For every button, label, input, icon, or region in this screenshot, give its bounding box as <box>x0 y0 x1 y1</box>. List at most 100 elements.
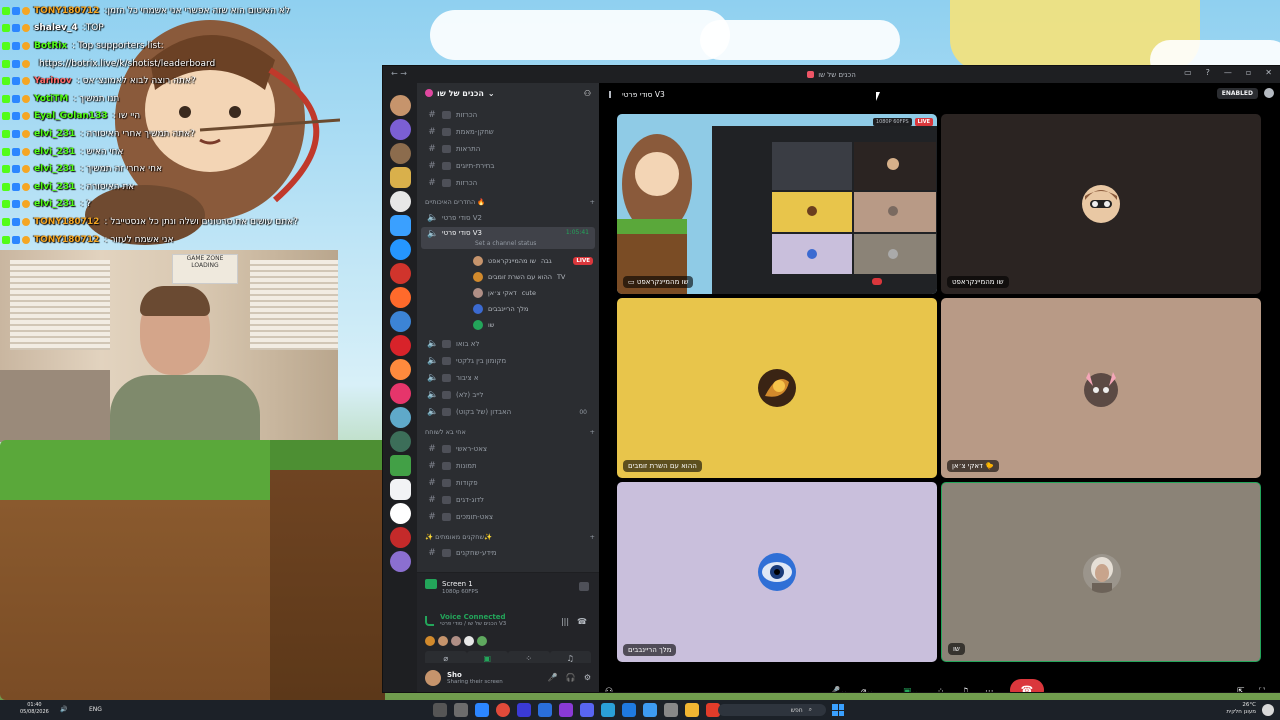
text-channel[interactable]: # התראות <box>421 141 595 157</box>
speaker-icon[interactable]: 🔊 <box>60 706 67 713</box>
stream-tile[interactable]: 1080P 60FPS LIVE ▭ שו מהמיינקראפט <box>617 114 937 294</box>
voice-user[interactable]: שו <box>473 317 593 332</box>
app-icon[interactable] <box>433 703 447 717</box>
participant-tile[interactable]: שו <box>941 482 1261 662</box>
server-icon-8[interactable] <box>390 263 411 284</box>
server-icon-4[interactable] <box>390 167 411 188</box>
chat-bubble-icon[interactable] <box>1264 88 1274 98</box>
participant-tile[interactable]: ההוא עם השרת זומבים <box>617 298 937 478</box>
add-channel-icon[interactable]: + <box>590 198 595 206</box>
voice-channel[interactable]: 🔈 א ציבור <box>421 370 595 386</box>
server-icon-19[interactable] <box>390 527 411 548</box>
microphone-icon[interactable]: 🎤⌄ <box>829 687 848 692</box>
stop-stream-icon[interactable] <box>579 582 589 591</box>
app-icon[interactable] <box>601 703 615 717</box>
text-channel[interactable]: # תמונות <box>421 458 595 474</box>
server-icon-12[interactable] <box>390 359 411 380</box>
server-icon-6[interactable] <box>390 215 411 236</box>
app-icon[interactable] <box>517 703 531 717</box>
text-channel[interactable]: # לדוג-דגים <box>421 492 595 508</box>
text-channel[interactable]: # שחקן-מאמת <box>421 124 595 140</box>
close-icon[interactable]: ✕ <box>1265 68 1272 77</box>
text-channel[interactable]: # פקודות <box>421 475 595 491</box>
app-icon[interactable] <box>559 703 573 717</box>
voice-channel[interactable]: 🔈 האבדון (של בקוט) 00 <box>421 404 595 420</box>
voice-user[interactable]: דאקי צ׳אן cute <box>473 285 593 300</box>
enabled-badge[interactable]: ENABLED <box>1216 88 1258 99</box>
category-header[interactable]: ✨ שחקנים מאומתים✨ + <box>425 530 595 544</box>
participant-tile[interactable]: מלך הריינבבים <box>617 482 937 662</box>
voice-channel[interactable]: 🔈 לא בואו <box>421 336 595 352</box>
popout-icon[interactable]: ⇱ <box>1237 687 1245 692</box>
add-channel-icon[interactable]: + <box>590 533 595 541</box>
server-icon-18[interactable] <box>390 503 411 524</box>
camera-off-icon[interactable]: ⌀⌄ <box>861 687 874 692</box>
back-arrow-icon[interactable]: ← → <box>391 69 407 78</box>
screen-share-icon[interactable]: ▣⌄ <box>903 687 919 692</box>
server-icon-15[interactable] <box>390 431 411 452</box>
user-avatar[interactable] <box>425 669 441 686</box>
voice-user[interactable]: ההוא עם השרת זומבים TV <box>473 269 593 284</box>
app-icon[interactable] <box>538 703 552 717</box>
voice-user[interactable]: מלך הריינבבים <box>473 301 593 316</box>
server-icon-10[interactable] <box>390 311 411 332</box>
app-icon[interactable] <box>664 703 678 717</box>
text-channel[interactable]: # צאט-תומכים <box>421 509 595 525</box>
more-options-icon[interactable]: ··· <box>985 687 994 692</box>
server-icon-16[interactable] <box>390 455 411 476</box>
language-indicator[interactable]: ENG <box>89 706 102 713</box>
app-icon[interactable] <box>496 703 510 717</box>
fullscreen-icon[interactable]: ⛶ <box>1259 687 1265 692</box>
server-icon-9[interactable] <box>390 287 411 308</box>
text-channel[interactable]: # הכרזות <box>421 107 595 123</box>
search-input[interactable]: חפש ⌕ <box>718 704 826 716</box>
minimize-icon[interactable]: — <box>1224 68 1232 77</box>
noise-suppression-icon[interactable]: ||| <box>561 617 569 626</box>
voice-channel[interactable]: 🔈 מקומון בין גלקטי <box>421 353 595 369</box>
server-icon-3[interactable] <box>390 143 411 164</box>
server-icon-5[interactable] <box>390 191 411 212</box>
category-header[interactable]: החדרים האיכותיים 🔥 + <box>425 195 595 209</box>
voice-channel-v2[interactable]: 🔈 סודי פרטי V2 <box>421 210 595 226</box>
microphone-icon[interactable]: 🎤 <box>548 673 558 682</box>
text-channel[interactable]: # מידע-שחקנים <box>421 545 595 561</box>
server-icon-13[interactable] <box>390 383 411 404</box>
disconnect-icon[interactable]: ☎ <box>577 617 587 626</box>
inbox-icon[interactable]: ▭ <box>1184 68 1192 77</box>
app-icon[interactable] <box>643 703 657 717</box>
add-channel-icon[interactable]: + <box>590 428 595 436</box>
participant-tile[interactable]: דאקי צ׳אן 🐤 <box>941 298 1261 478</box>
server-icon-11[interactable] <box>390 335 411 356</box>
add-member-icon[interactable]: ⚇ <box>584 89 591 98</box>
server-icon-20[interactable] <box>390 551 411 572</box>
discord-app-icon[interactable] <box>580 703 594 717</box>
clock[interactable]: 01:40 05/08/2026 <box>20 702 49 716</box>
folder-icon[interactable] <box>685 703 699 717</box>
participant-tile[interactable]: שו מהמיינקראפט <box>941 114 1261 294</box>
help-icon[interactable]: ? <box>1206 68 1210 77</box>
soundboard-icon[interactable]: ♫ <box>961 687 969 692</box>
app-icon[interactable] <box>454 703 468 717</box>
voice-channel[interactable]: 🔈 לייב (לא) <box>421 387 595 403</box>
server-icon-17[interactable] <box>390 479 411 500</box>
server-header[interactable]: הכנים של שו ⌄ ⚇ <box>417 83 599 103</box>
server-icon-14[interactable] <box>390 407 411 428</box>
headphones-icon[interactable]: 🎧 <box>566 673 576 682</box>
disconnect-button[interactable]: ☎ <box>1010 679 1044 692</box>
settings-gear-icon[interactable]: ⚙ <box>584 673 591 682</box>
app-icon[interactable] <box>622 703 636 717</box>
category-header[interactable]: אחי בא לשוחח + <box>425 425 595 439</box>
start-button[interactable] <box>832 704 844 716</box>
weather-widget[interactable]: 26°C מעונן חלקית <box>1226 702 1256 716</box>
text-channel[interactable]: # צאט-ראשי <box>421 441 595 457</box>
activities-icon[interactable]: ⁘ <box>937 687 945 692</box>
voice-user[interactable]: שו מהמיינקראפט גבה LIVE <box>473 253 593 268</box>
text-channel[interactable]: # הכרזות <box>421 175 595 191</box>
server-icon-7[interactable] <box>390 239 411 260</box>
activity-launcher-icon[interactable]: ⚇ <box>605 687 613 692</box>
server-icon-1[interactable] <box>390 95 411 116</box>
maximize-icon[interactable]: ▫ <box>1246 68 1251 77</box>
text-channel[interactable]: # בחירת-תיוגים <box>421 158 595 174</box>
app-icon[interactable] <box>475 703 489 717</box>
server-icon-2[interactable] <box>390 119 411 140</box>
